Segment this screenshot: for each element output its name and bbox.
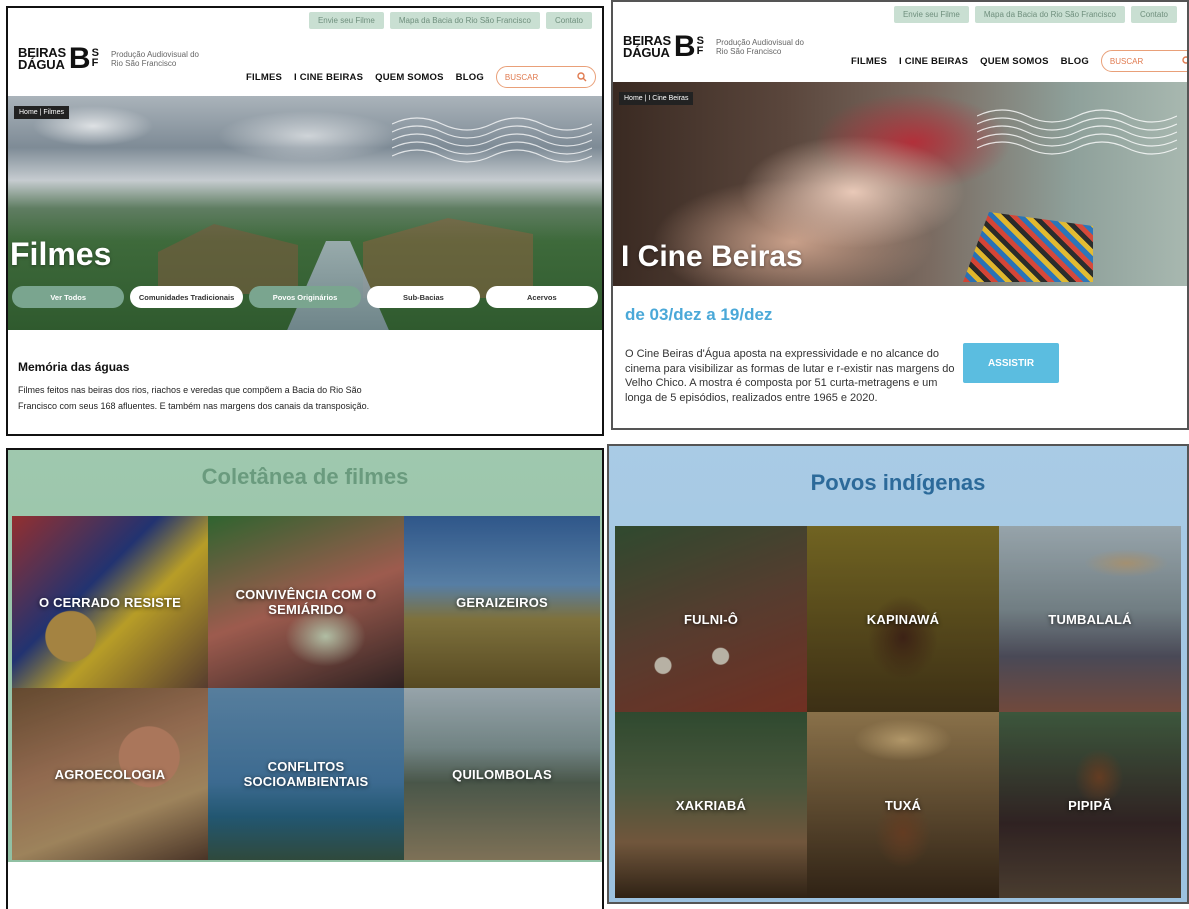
search-icon[interactable] — [1182, 56, 1189, 66]
nav-cine-beiras[interactable]: I CINE BEIRAS — [899, 56, 968, 67]
logo-tagline: Produção Audiovisual do Rio São Francisc… — [110, 50, 199, 68]
nav-filmes[interactable]: FILMES — [246, 72, 282, 83]
logo-mark-f: F — [91, 57, 99, 69]
people-tile-kapinawa[interactable]: KAPINAWÁ — [807, 526, 999, 712]
tile-label: TUXÁ — [884, 797, 922, 813]
tile-label: FULNI-Ô — [683, 611, 739, 627]
event-date-range: de 03/dez a 19/dez — [625, 305, 773, 324]
search-input[interactable] — [504, 72, 569, 82]
nav-filmes[interactable]: FILMES — [851, 56, 887, 67]
breadcrumb[interactable]: Home | Filmes — [14, 106, 69, 119]
watch-button[interactable]: ASSISTIR — [963, 343, 1059, 383]
nav-quem-somos[interactable]: QUEM SOMOS — [980, 56, 1049, 67]
collection-tile-geraizeiros[interactable]: GERAIZEIROS — [404, 516, 600, 688]
collection-tile-agroecologia[interactable]: AGROECOLOGIA — [12, 688, 208, 860]
cine-beiras-hero: Home | I Cine Beiras I Cine Beiras — [613, 82, 1187, 286]
people-tile-xakriaba[interactable]: XAKRIABÁ — [615, 712, 807, 898]
wave-lines-decoration — [977, 109, 1177, 155]
people-tile-fulni-o[interactable]: FULNI-Ô — [615, 526, 807, 712]
logo-mark-sf: S F — [696, 36, 704, 57]
filmes-page-screenshot: Envie seu Filme Mapa da Bacia do Rio São… — [6, 6, 604, 436]
nav-blog[interactable]: BLOG — [456, 72, 484, 83]
filter-bar: Ver Todos Comunidades Tradicionais Povos… — [12, 286, 599, 308]
collection-tile-cerrado-resiste[interactable]: O CERRADO RESISTE — [12, 516, 208, 688]
search-box — [495, 66, 596, 88]
search-icon[interactable] — [577, 72, 587, 82]
filter-acervos[interactable]: Acervos — [485, 286, 599, 308]
logo-line2: DÁGUA — [18, 57, 65, 72]
filmes-hero: Home | Filmes Filmes Ver Todos Comunidad… — [8, 96, 602, 330]
cine-beiras-page-screenshot: Envie seu Filme Mapa da Bacia do Rio São… — [611, 0, 1189, 430]
main-nav: FILMES I CINE BEIRAS QUEM SOMOS BLOG — [246, 66, 596, 88]
logo-mark: B S F — [68, 42, 99, 75]
page-background — [8, 862, 602, 909]
tile-label: XAKRIABÁ — [675, 797, 747, 813]
logo-tagline: Produção Audiovisual do Rio São Francisc… — [715, 38, 804, 56]
top-link-contato[interactable]: Contato — [545, 12, 592, 29]
top-links: Envie seu Filme Mapa da Bacia do Rio São… — [893, 6, 1177, 23]
people-tile-tumbalala[interactable]: TUMBALALÁ — [999, 526, 1181, 712]
top-link-envie-filme[interactable]: Envie seu Filme — [308, 12, 384, 29]
wave-lines-decoration — [392, 117, 592, 163]
collection-tile-conflitos-socioambientais[interactable]: CONFLITOS SOCIOAMBIENTAIS — [208, 688, 404, 860]
breadcrumb[interactable]: Home | I Cine Beiras — [619, 92, 694, 105]
collection-tile-convivencia-semiarido[interactable]: CONVIVÊNCIA COM O SEMIÁRIDO — [208, 516, 404, 688]
tile-label: O CERRADO RESISTE — [38, 594, 182, 610]
logo-wordmark: BEIRAS DÁGUA — [18, 46, 66, 72]
tile-label: PIPIPÃ — [1068, 797, 1112, 813]
site-logo[interactable]: BEIRAS DÁGUA B S F Produção Audiovisual … — [623, 30, 806, 63]
site-logo[interactable]: BEIRAS DÁGUA B S F Produção Audiovisual … — [18, 42, 201, 75]
povos-title: Povos indígenas — [810, 470, 986, 495]
nav-cine-beiras[interactable]: I CINE BEIRAS — [294, 72, 363, 83]
filter-comunidades-tradicionais[interactable]: Comunidades Tradicionais — [130, 286, 243, 308]
tile-label: QUILOMBOLAS — [452, 766, 552, 782]
povos-indigenas-screenshot: Povos indígenas FULNI-Ô KAPINAWÁ TUMBALA… — [607, 444, 1189, 904]
page-title: Filmes — [10, 236, 112, 272]
top-link-envie-filme[interactable]: Envie seu Filme — [893, 6, 969, 23]
beaded-bracelet-decoration — [963, 212, 1093, 282]
nav-blog[interactable]: BLOG — [1061, 56, 1089, 67]
logo-mark-b: B — [673, 30, 696, 63]
section-description: Filmes feitos nas beiras dos rios, riach… — [18, 385, 370, 411]
logo-mark-sf: S F — [91, 48, 99, 69]
filter-sub-bacias[interactable]: Sub-Bacias — [367, 286, 480, 308]
tile-label: AGROECOLOGIA — [54, 766, 166, 782]
coletanea-title: Coletânea de filmes — [201, 464, 409, 489]
main-nav: FILMES I CINE BEIRAS QUEM SOMOS BLOG — [851, 50, 1189, 72]
logo-mark: B S F — [673, 30, 704, 63]
logo-wordmark: BEIRAS DÁGUA — [623, 34, 671, 60]
logo-line2: DÁGUA — [623, 45, 670, 60]
people-tile-tuxa[interactable]: TUXÁ — [807, 712, 999, 898]
search-box — [1100, 50, 1189, 72]
logo-mark-f: F — [696, 45, 704, 57]
section-heading: Memória das águas — [18, 360, 130, 374]
tile-label: CONVIVÊNCIA COM O SEMIÁRIDO — [235, 587, 377, 617]
tile-label: GERAIZEIROS — [456, 594, 548, 610]
nav-quem-somos[interactable]: QUEM SOMOS — [375, 72, 444, 83]
people-tile-pipipa[interactable]: PIPIPÃ — [999, 712, 1181, 898]
tile-label: TUMBALALÁ — [1048, 611, 1132, 627]
coletanea-screenshot: Coletânea de filmes O CERRADO RESISTE CO… — [6, 448, 604, 909]
top-link-mapa[interactable]: Mapa da Bacia do Rio São Francisco — [974, 6, 1125, 23]
canyon-left-decoration — [158, 224, 298, 294]
top-link-contato[interactable]: Contato — [1130, 6, 1177, 23]
collection-tile-quilombolas[interactable]: QUILOMBOLAS — [404, 688, 600, 860]
tile-label: KAPINAWÁ — [866, 611, 940, 627]
page-title: I Cine Beiras — [621, 240, 803, 273]
top-link-mapa[interactable]: Mapa da Bacia do Rio São Francisco — [389, 12, 540, 29]
filter-povos-originarios[interactable]: Povos Originários — [248, 286, 362, 308]
search-input[interactable] — [1109, 56, 1174, 66]
top-links: Envie seu Filme Mapa da Bacia do Rio São… — [308, 12, 592, 29]
event-description: O Cine Beiras d'Água aposta na expressiv… — [625, 348, 955, 404]
filter-ver-todos[interactable]: Ver Todos — [12, 286, 125, 308]
logo-mark-b: B — [68, 42, 91, 75]
tile-label: CONFLITOS SOCIOAMBIENTAIS — [243, 759, 369, 789]
